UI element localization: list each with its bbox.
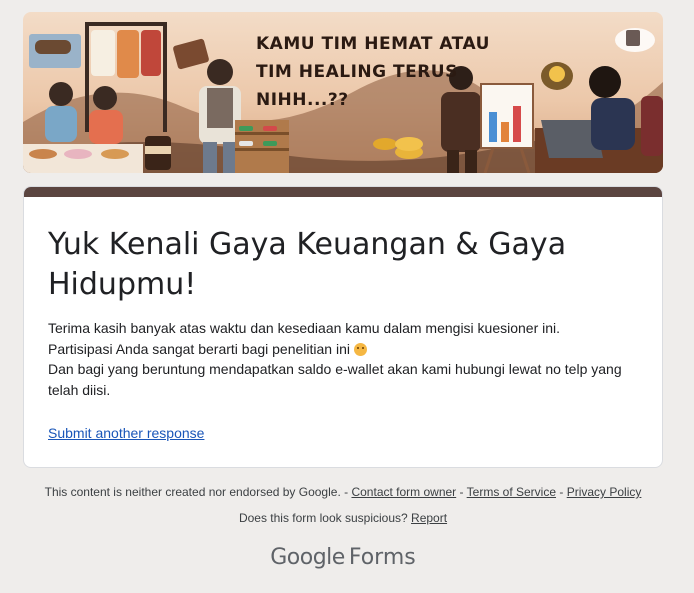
separator: - bbox=[559, 485, 564, 499]
description-line-1: Terima kasih banyak atas waktu dan kesed… bbox=[48, 320, 561, 336]
disclaimer-text: This content is neither created nor endo… bbox=[44, 485, 349, 499]
submit-another-response-link[interactable]: Submit another response bbox=[48, 425, 204, 441]
google-wordmark: Google bbox=[270, 545, 345, 570]
smiling-face-emoji-icon bbox=[353, 342, 367, 356]
description-line-2: Partisipasi Anda sangat berarti bagi pen… bbox=[48, 339, 643, 360]
description-line-3: Dan bagi yang beruntung mendapatkan sald… bbox=[48, 361, 622, 398]
separator: - bbox=[459, 485, 464, 499]
google-forms-logo[interactable]: Google Forms bbox=[0, 545, 686, 570]
footer-report: Does this form look suspicious? Report bbox=[0, 511, 686, 525]
contact-form-owner-link[interactable]: Contact form owner bbox=[351, 485, 456, 499]
banner-heading: KAMU TIM HEMAT ATAU TIM HEALING TERUS NI… bbox=[256, 34, 490, 110]
footer-disclaimer: This content is neither created nor endo… bbox=[0, 485, 686, 499]
description-line-2-text: Partisipasi Anda sangat berarti bagi pen… bbox=[48, 340, 350, 357]
suspicious-text: Does this form look suspicious? bbox=[238, 511, 408, 525]
header-banner-image: KAMU TIM HEMAT ATAU TIM HEALING TERUS NI… bbox=[23, 12, 663, 173]
form-description: Terima kasih banyak atas waktu dan kesed… bbox=[48, 318, 643, 400]
card-accent-bar bbox=[24, 187, 662, 197]
privacy-policy-link[interactable]: Privacy Policy bbox=[567, 485, 642, 499]
terms-of-service-link[interactable]: Terms of Service bbox=[467, 485, 556, 499]
forms-wordmark: Forms bbox=[348, 545, 416, 570]
report-link[interactable]: Report bbox=[411, 511, 447, 525]
form-title: Yuk Kenali Gaya Keuangan & Gaya Hidupmu! bbox=[48, 227, 567, 302]
confirmation-card: Yuk Kenali Gaya Keuangan & Gaya Hidupmu!… bbox=[23, 186, 663, 468]
